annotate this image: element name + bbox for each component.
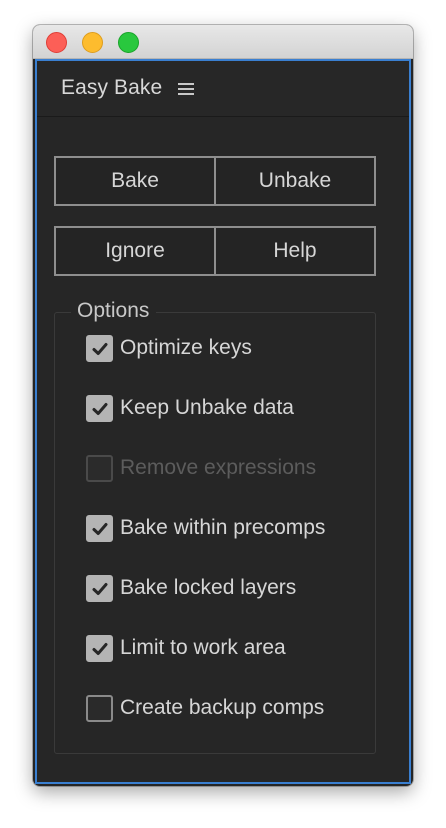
- option-label: Bake within precomps: [120, 516, 326, 539]
- panel-header: Easy Bake: [37, 61, 409, 117]
- option-label: Bake locked layers: [120, 576, 297, 599]
- option-label: Keep Unbake data: [120, 396, 294, 419]
- checkmark-icon: [92, 522, 108, 535]
- checkmark-icon: [92, 402, 108, 415]
- window-titlebar[interactable]: [33, 25, 413, 59]
- easy-bake-panel: Easy Bake Bake Unbake Ignore Help Option…: [35, 59, 411, 784]
- keep-unbake-data-option[interactable]: Keep Unbake data: [86, 393, 294, 423]
- option-label: Optimize keys: [120, 336, 252, 359]
- minimize-window-button[interactable]: [82, 32, 103, 53]
- option-label: Limit to work area: [120, 636, 286, 659]
- checkbox: [86, 454, 113, 482]
- ignore-help-button-row: Ignore Help: [54, 226, 376, 276]
- limit-to-work-area-option[interactable]: Limit to work area: [86, 633, 286, 663]
- option-label: Create backup comps: [120, 696, 325, 719]
- bake-locked-layers-option[interactable]: Bake locked layers: [86, 573, 296, 603]
- bake-button-row: Bake Unbake: [54, 156, 376, 206]
- easy-bake-window: Easy Bake Bake Unbake Ignore Help Option…: [33, 25, 413, 786]
- checkbox[interactable]: [86, 634, 113, 662]
- remove-expressions-option: Remove expressions: [86, 453, 316, 483]
- checkbox[interactable]: [86, 334, 113, 362]
- checkmark-icon: [92, 582, 108, 595]
- close-window-button[interactable]: [46, 32, 67, 53]
- option-label: Remove expressions: [120, 456, 317, 479]
- checkbox[interactable]: [86, 574, 113, 602]
- checkmark-icon: [92, 342, 108, 355]
- zoom-window-button[interactable]: [118, 32, 139, 53]
- checkbox[interactable]: [86, 694, 113, 722]
- checkbox[interactable]: [86, 394, 113, 422]
- options-group: Options Optimize keys Keep Unbake data Rem…: [54, 299, 376, 754]
- checkbox[interactable]: [86, 514, 113, 542]
- bake-button[interactable]: Bake: [56, 158, 214, 204]
- create-backup-comps-option[interactable]: Create backup comps: [86, 693, 324, 723]
- ignore-button[interactable]: Ignore: [56, 228, 214, 274]
- options-legend: Options: [71, 299, 157, 323]
- panel-title: Easy Bake: [61, 76, 163, 99]
- help-button[interactable]: Help: [214, 228, 374, 274]
- optimize-keys-option[interactable]: Optimize keys: [86, 333, 252, 363]
- unbake-button[interactable]: Unbake: [214, 158, 374, 204]
- checkmark-icon: [92, 642, 108, 655]
- hamburger-menu-icon[interactable]: [178, 83, 194, 96]
- bake-within-precomps-option[interactable]: Bake within precomps: [86, 513, 325, 543]
